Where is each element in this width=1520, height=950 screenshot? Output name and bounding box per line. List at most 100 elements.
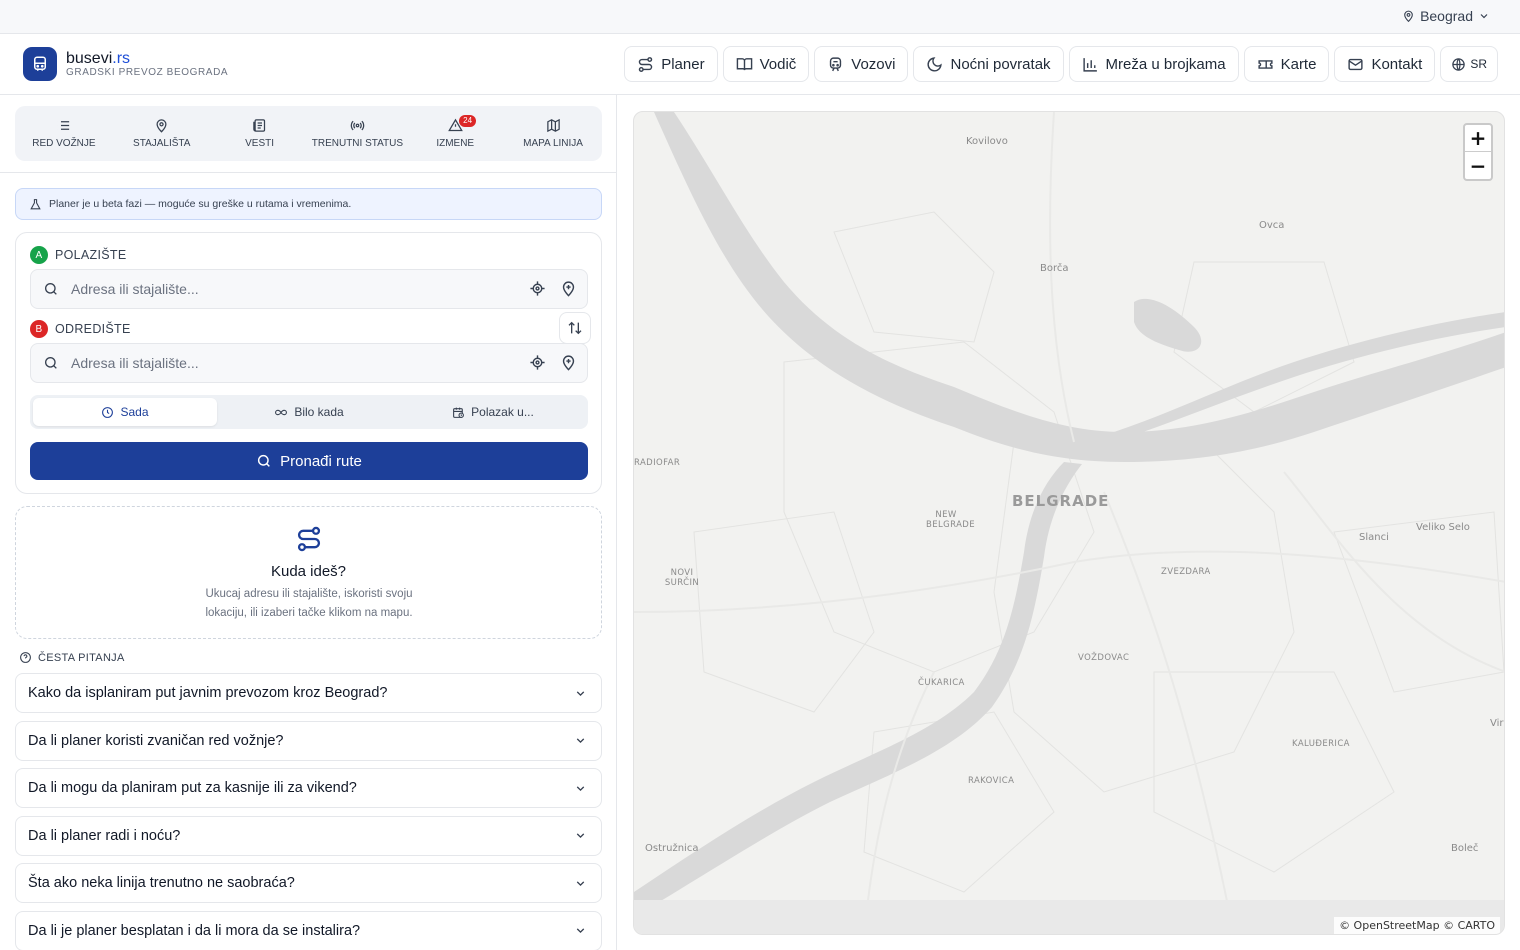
language-switch[interactable]: SR [1440, 46, 1498, 82]
destination-field [30, 343, 588, 383]
route-icon [638, 56, 653, 72]
nav-karte[interactable]: Karte [1243, 46, 1330, 82]
flask-icon [30, 198, 41, 209]
locate-me-icon[interactable] [529, 280, 546, 297]
place-label: RAKOVICA [968, 776, 1015, 786]
ticket-icon [1258, 59, 1273, 69]
place-label: Slanci [1359, 532, 1389, 543]
place-label: KALUĐERICA [1292, 739, 1350, 749]
tab-trenutni-status[interactable]: TRENUTNI STATUS [308, 106, 406, 161]
time-option-sada[interactable]: Sada [33, 398, 217, 426]
tab-stajalista[interactable]: STAJALIŠTA [113, 106, 211, 161]
calendar-clock-icon [453, 407, 465, 418]
bar-chart-icon [1082, 57, 1097, 72]
brand-name-text: busevi [66, 50, 113, 67]
pick-on-map-icon[interactable] [560, 280, 577, 297]
chevron-down-icon [576, 928, 585, 934]
faq-heading: ČESTA PITANJA [19, 651, 125, 664]
chevron-down-icon [576, 833, 585, 839]
tab-vesti[interactable]: VESTI [211, 106, 309, 161]
nav-planer[interactable]: Planer [624, 46, 718, 82]
time-option-bilo-kada[interactable]: Bilo kada [217, 398, 401, 426]
chevron-down-icon [576, 738, 585, 744]
time-option-polazak-u[interactable]: Polazak u... [401, 398, 585, 426]
zoom-control: + − [1463, 123, 1493, 181]
map-pin-icon [156, 119, 167, 133]
nav-vodic[interactable]: Vodič [722, 46, 810, 82]
bus-icon [34, 56, 46, 71]
place-label: VOŽDOVAC [1078, 653, 1130, 663]
brand-name[interactable]: busevi.rs [66, 50, 130, 68]
time-option-label: Polazak u... [471, 405, 534, 419]
route-icon [297, 526, 321, 552]
tab-red-voznje[interactable]: RED VOŽNJE [15, 106, 113, 161]
mail-icon [1348, 58, 1364, 70]
nav-nocni-povratak[interactable]: Noćni povratak [913, 46, 1064, 82]
beta-notice: Planer je u beta fazi — moguće su greške… [15, 188, 602, 220]
place-label: Ovca [1259, 220, 1285, 231]
faq-item[interactable]: Šta ako neka linija trenutno ne saobraća… [15, 863, 602, 903]
faq-question: Kako da isplaniram put javnim prevozom k… [28, 685, 388, 701]
tab-mapa-linija[interactable]: MAPA LINIJA [504, 106, 602, 161]
nav-kontakt[interactable]: Kontakt [1334, 46, 1436, 82]
route-planner: A POLAZIŠTE B ODREDIŠTE [15, 232, 602, 494]
faq-item[interactable]: Da li je planer besplatan i da li mora d… [15, 910, 602, 950]
tab-izmene[interactable]: 24 IZMENE [406, 106, 504, 161]
nav-label: Planer [661, 55, 705, 73]
map-attribution[interactable]: © OpenStreetMap © CARTO [1334, 917, 1500, 934]
map-base [634, 112, 1504, 934]
origin-field [30, 269, 588, 309]
header: busevi.rs GRADSKI PREVOZ BEOGRADA Planer… [0, 34, 1520, 95]
find-routes-label: Pronađi rute [280, 452, 362, 470]
faq-question: Šta ako neka linija trenutno ne saobraća… [28, 875, 295, 891]
nav-mreza-u-brojkama[interactable]: Mreža u brojkama [1068, 46, 1239, 82]
chevron-down-icon [576, 690, 585, 696]
map-icon [546, 118, 560, 133]
nav-label: Karte [1280, 55, 1317, 73]
beta-notice-text: Planer je u beta fazi — moguće su greške… [49, 198, 352, 210]
sava-river [634, 462, 1082, 917]
locate-me-icon[interactable] [529, 354, 546, 371]
faq-item[interactable]: Da li planer koristi zvaničan red vožnje… [15, 720, 602, 761]
divider [0, 172, 616, 173]
faq-item[interactable]: Da li planer radi i noću? [15, 815, 602, 856]
place-label: ČUKARICA [918, 678, 965, 688]
destination-label: B ODREDIŠTE [30, 320, 131, 338]
nav-label: Vodič [759, 55, 797, 73]
find-routes-button[interactable]: Pronađi rute [30, 442, 588, 480]
book-icon [736, 57, 752, 70]
empty-state-description: Ukucaj adresu ili stajalište, iskoristi … [205, 588, 413, 619]
logo[interactable] [23, 47, 57, 81]
place-label: Borča [1040, 263, 1069, 274]
nav-label: Noćni povratak [950, 55, 1051, 73]
origin-marker: A [30, 246, 48, 264]
route-map[interactable]: Kovilovo Ovca Borča RADIOFAR BELGRADE NE… [633, 111, 1505, 935]
zoom-in-button[interactable]: + [1465, 125, 1491, 152]
city-selector[interactable]: Beograd [1402, 8, 1490, 24]
time-option-label: Sada [120, 405, 149, 419]
city-label: Beograd [1420, 8, 1473, 24]
place-label: Boleč [1451, 843, 1479, 854]
faq-item[interactable]: Da li mogu da planiram put za kasnije il… [15, 768, 602, 808]
time-option-label: Bilo kada [294, 405, 344, 419]
zoom-out-button[interactable]: − [1465, 152, 1491, 179]
moon-icon [927, 56, 943, 71]
tab-label: VESTI [245, 138, 275, 149]
chevron-down-icon [576, 785, 585, 791]
search-icon [45, 283, 57, 295]
list-icon [58, 121, 70, 130]
swap-button[interactable] [559, 312, 591, 344]
nav-vozovi[interactable]: Vozovi [814, 46, 909, 82]
faq-list: Kako da isplaniram put javnim prevozom k… [15, 673, 602, 950]
destination-input[interactable] [71, 355, 511, 371]
lake [1134, 298, 1202, 352]
pick-on-map-icon[interactable] [560, 354, 577, 371]
place-label: Kovilovo [966, 136, 1008, 147]
danube-river [654, 112, 1504, 462]
origin-input[interactable] [71, 281, 511, 297]
faq-item[interactable]: Kako da isplaniram put javnim prevozom k… [15, 673, 602, 713]
tab-label: IZMENE [436, 138, 475, 149]
search-icon [45, 357, 57, 369]
origin-label-text: POLAZIŠTE [55, 248, 127, 262]
chevron-down-icon [1480, 14, 1488, 19]
